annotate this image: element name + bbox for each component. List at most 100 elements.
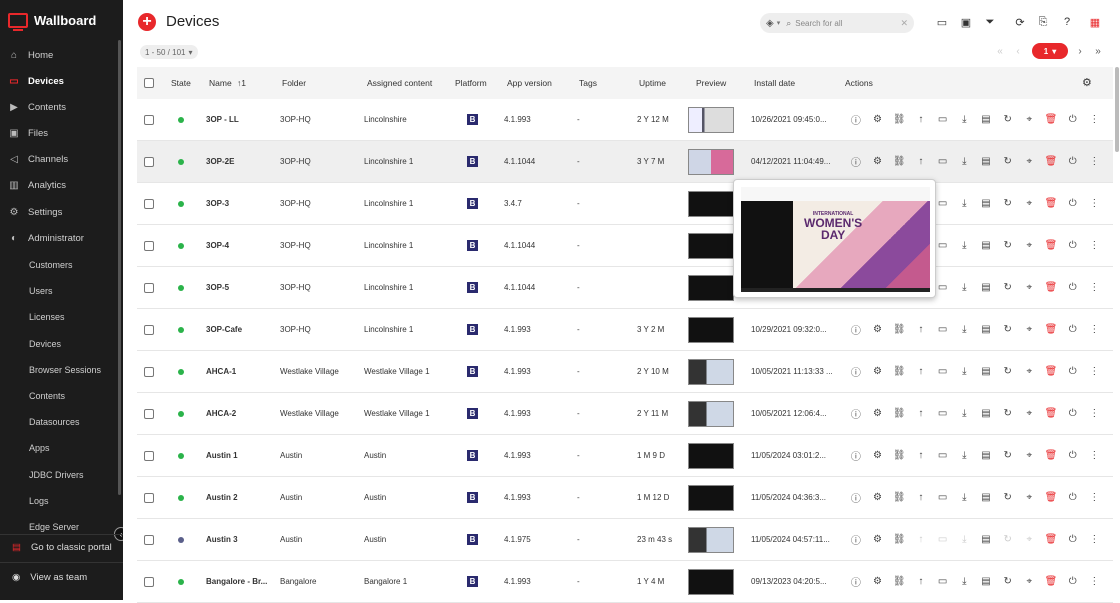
preview-thumbnail[interactable] [688, 317, 734, 343]
reload-icon[interactable]: ↻ [997, 533, 1019, 546]
select-all-checkbox[interactable] [144, 78, 154, 88]
preview-thumbnail[interactable] [688, 443, 734, 469]
delete-icon[interactable]: 🗑 [1040, 113, 1062, 126]
power-icon[interactable]: ⏻ [1062, 197, 1084, 210]
sort-indicator[interactable]: ↑1 [237, 78, 246, 88]
classic-portal-link[interactable]: ▤ Go to classic portal [12, 542, 112, 553]
row-checkbox[interactable] [144, 535, 154, 545]
assigned-content[interactable]: Bangalore 1 [364, 577, 449, 586]
info-icon[interactable]: ⓘ [845, 449, 867, 463]
table-scrollbar[interactable] [1115, 67, 1119, 152]
more-icon[interactable]: ⋮ [1084, 155, 1106, 168]
reload-icon[interactable]: ↻ [997, 155, 1019, 168]
screenshot-icon[interactable]: ▭ [932, 155, 954, 168]
folder-icon[interactable]: ▤ [975, 575, 997, 588]
sidebar-item-files[interactable]: ▣ Files [0, 120, 119, 146]
table-row[interactable]: AHCA-2 Westlake Village Westlake Village 1… [137, 393, 1113, 435]
more-icon[interactable]: ⋮ [1084, 239, 1106, 252]
row-checkbox[interactable] [144, 157, 154, 167]
preview-thumbnail[interactable] [688, 485, 734, 511]
device-name[interactable]: Austin 2 [206, 493, 271, 502]
folder-icon[interactable]: ▤ [975, 449, 997, 462]
col-name[interactable]: Name [209, 78, 232, 88]
screenshot-icon[interactable]: ▭ [932, 491, 954, 504]
reload-icon[interactable]: ↻ [997, 323, 1019, 336]
broadcast-icon[interactable]: ⌖ [1019, 113, 1041, 126]
table-row[interactable]: 3OP-Cafe 3OP-HQ Lincolnshire 1 B 4.1.993 - 3 Y… [137, 309, 1113, 351]
device-name[interactable]: 3OP-Cafe [206, 325, 271, 334]
power-icon[interactable]: ⏻ [1062, 239, 1084, 252]
row-checkbox[interactable] [144, 451, 154, 461]
preview-thumbnail[interactable] [688, 275, 734, 301]
table-row[interactable]: Bangalore - Br... Bangalore Bangalore 1 B 4.… [137, 561, 1113, 603]
table-row[interactable]: Austin 3 Austin Austin B 4.1.975 - 23 m 43 s 11… [137, 519, 1113, 561]
reload-icon[interactable]: ↻ [997, 113, 1019, 126]
settings-icon[interactable]: ⚙ [867, 323, 889, 336]
folder-icon[interactable]: ▤ [975, 407, 997, 420]
delete-icon[interactable]: 🗑 [1040, 407, 1062, 420]
media-icon[interactable]: ▣ [959, 15, 973, 29]
power-icon[interactable]: ⏻ [1062, 155, 1084, 168]
power-icon[interactable]: ⏻ [1062, 281, 1084, 294]
delete-icon[interactable]: 🗑 [1040, 155, 1062, 168]
sidebar-item-home[interactable]: ⌂ Home [0, 42, 119, 68]
more-icon[interactable]: ⋮ [1084, 491, 1106, 504]
link-icon[interactable]: ⛓ [888, 365, 910, 378]
upload-icon[interactable]: ↑ [910, 365, 932, 378]
sidebar-scrollbar[interactable] [118, 40, 121, 495]
col-state[interactable]: State [171, 78, 191, 88]
download-icon[interactable]: ⤓ [953, 365, 975, 378]
admin-item-datasources[interactable]: Datasources [29, 417, 80, 427]
power-icon[interactable]: ⏻ [1062, 533, 1084, 546]
reload-icon[interactable]: ↻ [997, 281, 1019, 294]
sidebar-item-channels[interactable]: ◁ Channels [0, 146, 119, 172]
table-row[interactable]: 3OP-53OP-HQLincolnshire 1B4.1.1044-...:1… [137, 267, 1113, 309]
preview-thumbnail[interactable] [688, 191, 734, 217]
row-checkbox[interactable] [144, 409, 154, 419]
folder-icon[interactable]: ▤ [975, 491, 997, 504]
assigned-content[interactable]: Austin [364, 451, 449, 460]
info-icon[interactable]: ⓘ [845, 155, 867, 169]
preview-thumbnail[interactable] [688, 401, 734, 427]
admin-item-customers[interactable]: Customers [29, 260, 73, 270]
screenshot-icon[interactable]: ▭ [932, 575, 954, 588]
download-icon[interactable]: ⤓ [953, 197, 975, 210]
more-icon[interactable]: ⋮ [1084, 575, 1106, 588]
screenshot-icon[interactable]: ▭ [932, 407, 954, 420]
search-bar[interactable]: ◈ ▾ ⌕ Search for all ✕ [760, 13, 914, 33]
screenshot-icon[interactable]: ▭ [932, 533, 954, 546]
row-checkbox[interactable] [144, 493, 154, 503]
more-icon[interactable]: ⋮ [1084, 533, 1106, 546]
folder-icon[interactable]: ▤ [975, 197, 997, 210]
download-icon[interactable]: ⤓ [953, 407, 975, 420]
assigned-content[interactable]: Austin [364, 493, 449, 502]
monitor-view-icon[interactable]: ▭ [935, 15, 949, 29]
search-input[interactable]: Search for all [795, 19, 842, 28]
folder-icon[interactable]: ▤ [975, 113, 997, 126]
preview-thumbnail[interactable] [688, 107, 734, 133]
delete-icon[interactable]: 🗑 [1040, 449, 1062, 462]
assigned-content[interactable]: Lincolnshire 1 [364, 157, 449, 166]
admin-item-devices[interactable]: Devices [29, 339, 61, 349]
col-assigned-content[interactable]: Assigned content [367, 78, 432, 88]
upload-icon[interactable]: ↑ [910, 491, 932, 504]
info-icon[interactable]: ⓘ [845, 407, 867, 421]
table-row[interactable]: 3OP-33OP-HQLincolnshire 1B3.4.7-...19...… [137, 183, 1113, 225]
table-row[interactable]: 3OP-43OP-HQLincolnshire 1B4.1.1044-...:2… [137, 225, 1113, 267]
broadcast-icon[interactable]: ⌖ [1019, 407, 1041, 420]
more-icon[interactable]: ⋮ [1084, 407, 1106, 420]
folder-icon[interactable]: ▤ [975, 155, 997, 168]
broadcast-icon[interactable]: ⌖ [1019, 365, 1041, 378]
device-name[interactable]: Austin 3 [206, 535, 271, 544]
upload-icon[interactable]: ↑ [910, 575, 932, 588]
reload-icon[interactable]: ↻ [997, 407, 1019, 420]
add-device-button[interactable]: + [138, 13, 156, 31]
power-icon[interactable]: ⏻ [1062, 491, 1084, 504]
row-checkbox[interactable] [144, 115, 154, 125]
device-name[interactable]: AHCA-1 [206, 367, 271, 376]
broadcast-icon[interactable]: ⌖ [1019, 575, 1041, 588]
table-row[interactable]: Austin 2 Austin Austin B 4.1.993 - 1 M 12 D 11/… [137, 477, 1113, 519]
link-icon[interactable]: ⛓ [888, 113, 910, 126]
broadcast-icon[interactable]: ⌖ [1019, 239, 1041, 252]
settings-icon[interactable]: ⚙ [867, 155, 889, 168]
